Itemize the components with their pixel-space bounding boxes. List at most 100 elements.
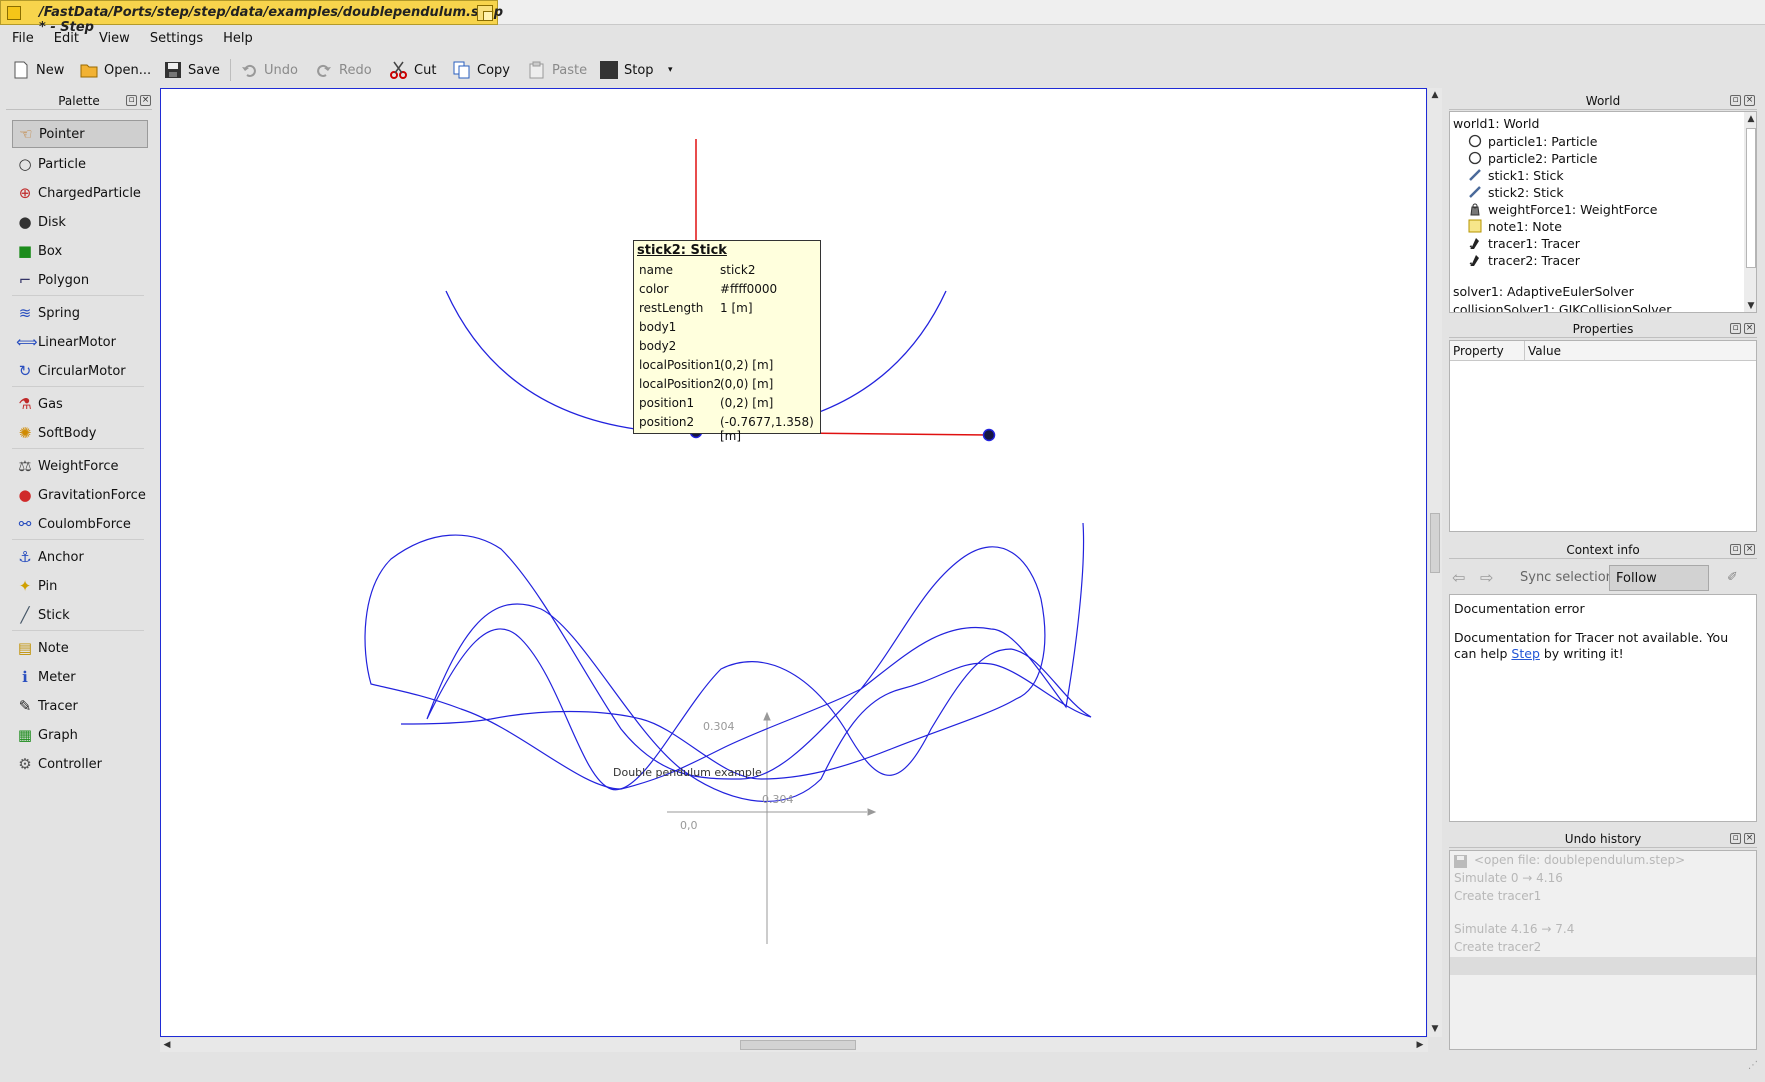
stop-button[interactable]: Stop bbox=[600, 58, 654, 82]
float-panel-icon[interactable]: ▫ bbox=[1730, 323, 1741, 334]
scroll-left-arrow-icon[interactable]: ◀ bbox=[161, 1039, 173, 1051]
palette-item-pointer[interactable]: ☜ Pointer bbox=[12, 120, 148, 148]
palette-item-coulombforce[interactable]: ⚯ CoulombForce bbox=[12, 512, 148, 536]
open-button[interactable]: Open... bbox=[80, 58, 151, 82]
float-panel-icon[interactable]: ▫ bbox=[126, 95, 137, 106]
world-tree-item[interactable]: stick1: Stick bbox=[1468, 166, 1564, 184]
world-root-item[interactable]: world1: World bbox=[1453, 114, 1539, 132]
world-solver-item[interactable]: solver1: AdaptiveEulerSolver bbox=[1453, 282, 1634, 300]
undo-history-item[interactable]: <open file: doublependulum.step> bbox=[1474, 853, 1685, 867]
canvas-vertical-scrollbar[interactable]: ▲ ▼ bbox=[1428, 88, 1442, 1037]
palette-item-circularmotor[interactable]: ↻ CircularMotor bbox=[12, 359, 148, 383]
sync-selection-button[interactable]: Sync selection bbox=[1520, 565, 1614, 591]
palette-item-gravitationforce[interactable]: ● GravitationForce bbox=[12, 483, 148, 507]
palette-item-particle[interactable]: ○ Particle bbox=[12, 152, 148, 176]
menu-help[interactable]: Help bbox=[211, 28, 261, 46]
undo-button[interactable]: Undo bbox=[240, 58, 298, 82]
close-panel-icon[interactable]: × bbox=[1744, 323, 1755, 334]
context-info-view[interactable]: Documentation error Documentation for Tr… bbox=[1449, 594, 1757, 822]
palette-item-graph[interactable]: ▦ Graph bbox=[12, 723, 148, 747]
palette-item-label: CircularMotor bbox=[38, 363, 126, 379]
world-tree-item[interactable]: weightForce1: WeightForce bbox=[1468, 200, 1657, 218]
menu-edit[interactable]: Edit bbox=[42, 28, 87, 46]
world-tree[interactable]: world1: World particle1: Particle particl… bbox=[1449, 111, 1757, 313]
palette-item-pin[interactable]: ✦ Pin bbox=[12, 574, 148, 598]
back-arrow-icon[interactable]: ⇦ bbox=[1452, 565, 1474, 591]
close-panel-icon[interactable]: × bbox=[1744, 544, 1755, 555]
properties-panel-title: Properties bbox=[1572, 322, 1634, 336]
size-grip-icon[interactable]: ⋰ bbox=[1748, 1060, 1762, 1074]
world-collision-solver-item[interactable]: collisionSolver1: GJKCollisionSolver bbox=[1453, 300, 1671, 313]
palette-item-meter[interactable]: ℹ Meter bbox=[12, 665, 148, 689]
close-panel-icon[interactable]: × bbox=[1744, 833, 1755, 844]
world-tree-scroll-thumb[interactable] bbox=[1746, 128, 1756, 268]
palette-item-box[interactable]: ■ Box bbox=[12, 239, 148, 263]
particle2-dot[interactable] bbox=[982, 428, 996, 442]
redo-button[interactable]: Redo bbox=[315, 58, 372, 82]
undo-current-row[interactable] bbox=[1450, 957, 1756, 975]
paste-button[interactable]: Paste bbox=[528, 58, 587, 82]
palette-item-linearmotor[interactable]: ⟺ LinearMotor bbox=[12, 330, 148, 354]
world-scene-canvas[interactable]: Double pendulum example 0,0 0.304 0.304 bbox=[160, 88, 1427, 1037]
palette-item-anchor[interactable]: ⚓ Anchor bbox=[12, 545, 148, 569]
world-tree-item[interactable]: particle1: Particle bbox=[1468, 132, 1597, 150]
note-text[interactable]: Double pendulum example bbox=[613, 766, 762, 779]
palette-item-polygon[interactable]: ⌐ Polygon bbox=[12, 268, 148, 292]
vertical-scroll-thumb[interactable] bbox=[1430, 513, 1440, 573]
window-title-tab[interactable]: /FastData/Ports/step/step/data/examples/… bbox=[0, 0, 503, 35]
copy-button[interactable]: Copy bbox=[453, 58, 510, 82]
world-tree-item[interactable]: tracer2: Tracer bbox=[1468, 251, 1580, 269]
palette-item-tracer[interactable]: ✎ Tracer bbox=[12, 694, 148, 718]
edit-wand-icon[interactable]: ✐ bbox=[1727, 565, 1738, 591]
undo-history-item[interactable]: Create tracer1 bbox=[1454, 889, 1541, 903]
horizontal-scroll-thumb[interactable] bbox=[740, 1040, 856, 1050]
palette-item-label: Anchor bbox=[38, 549, 84, 565]
float-panel-icon[interactable]: ▫ bbox=[1730, 833, 1741, 844]
window-restore-icon[interactable] bbox=[477, 5, 493, 21]
follow-selection-button[interactable]: Follow selection bbox=[1609, 565, 1709, 612]
close-panel-icon[interactable]: × bbox=[140, 95, 151, 106]
palette-item-note[interactable]: ▤ Note bbox=[12, 636, 148, 660]
float-panel-icon[interactable]: ▫ bbox=[1730, 95, 1741, 106]
palette-item-stick[interactable]: ╱ Stick bbox=[12, 603, 148, 627]
new-button[interactable]: New bbox=[12, 58, 64, 82]
palette-item-disk[interactable]: ● Disk bbox=[12, 210, 148, 234]
toolbar: New Open... Save Undo Redo Cut Copy Past… bbox=[0, 55, 1765, 85]
properties-table[interactable]: Property Value bbox=[1449, 340, 1757, 532]
menu-settings[interactable]: Settings bbox=[138, 28, 211, 46]
undo-history-item[interactable]: Create tracer2 bbox=[1454, 940, 1541, 954]
scroll-up-arrow-icon[interactable]: ▲ bbox=[1429, 89, 1441, 101]
palette-item-softbody[interactable]: ✺ SoftBody bbox=[12, 421, 148, 445]
close-panel-icon[interactable]: × bbox=[1744, 95, 1755, 106]
stop-dropdown-icon[interactable]: ▾ bbox=[668, 58, 673, 82]
menu-file[interactable]: File bbox=[0, 28, 42, 46]
tooltip-key: restLength bbox=[639, 301, 704, 315]
palette-item-spring[interactable]: ≋ Spring bbox=[12, 301, 148, 325]
world-tree-item[interactable]: note1: Note bbox=[1468, 217, 1562, 235]
pin-icon: ✦ bbox=[18, 577, 32, 595]
undo-history-item[interactable]: Simulate 0 → 4.16 bbox=[1454, 871, 1563, 885]
palette-item-gas[interactable]: ⚗ Gas bbox=[12, 392, 148, 416]
cut-button[interactable]: Cut bbox=[390, 58, 436, 82]
world-tree-item[interactable]: stick2: Stick bbox=[1468, 183, 1564, 201]
canvas-horizontal-scrollbar[interactable]: ◀ ▶ bbox=[160, 1038, 1428, 1052]
step-doc-link[interactable]: Step bbox=[1511, 646, 1539, 661]
save-button[interactable]: Save bbox=[164, 58, 220, 82]
column-property[interactable]: Property bbox=[1453, 344, 1504, 358]
world-tree-scrollbar[interactable]: ▲ ▼ bbox=[1744, 112, 1756, 312]
tracer2-path bbox=[364, 522, 1085, 790]
menu-view[interactable]: View bbox=[87, 28, 138, 46]
scroll-right-arrow-icon[interactable]: ▶ bbox=[1414, 1039, 1426, 1051]
world-tree-item[interactable]: particle2: Particle bbox=[1468, 149, 1597, 167]
column-value[interactable]: Value bbox=[1528, 344, 1561, 358]
scroll-down-arrow-icon[interactable]: ▼ bbox=[1745, 300, 1756, 312]
palette-item-controller[interactable]: ⚙ Controller bbox=[12, 752, 148, 776]
scroll-up-arrow-icon[interactable]: ▲ bbox=[1745, 113, 1756, 125]
forward-arrow-icon[interactable]: ⇨ bbox=[1480, 565, 1502, 591]
scroll-down-arrow-icon[interactable]: ▼ bbox=[1429, 1023, 1441, 1035]
undo-history-item[interactable]: Simulate 4.16 → 7.4 bbox=[1454, 922, 1574, 936]
float-panel-icon[interactable]: ▫ bbox=[1730, 544, 1741, 555]
palette-item-weightforce[interactable]: ⚖ WeightForce bbox=[12, 454, 148, 478]
palette-item-chargedparticle[interactable]: ⊕ ChargedParticle bbox=[12, 181, 148, 205]
world-tree-item[interactable]: tracer1: Tracer bbox=[1468, 234, 1580, 252]
